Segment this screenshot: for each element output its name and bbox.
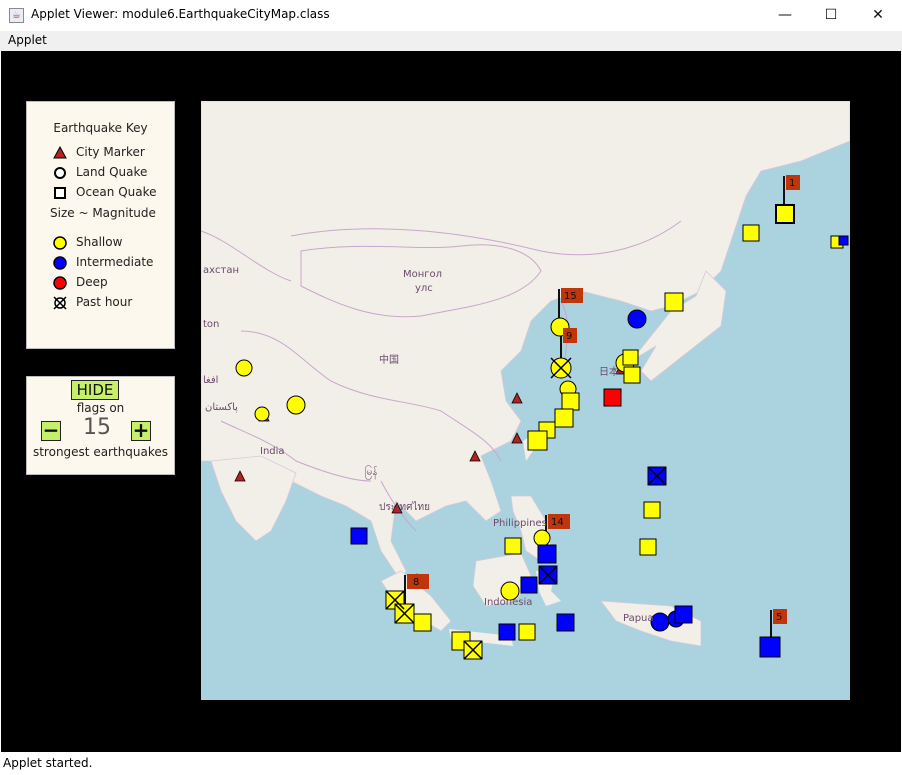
window-title: Applet Viewer: module6.EarthquakeCityMap… bbox=[31, 7, 330, 21]
decrease-flags-button[interactable]: − bbox=[41, 420, 61, 441]
flag-text: 15 bbox=[564, 291, 577, 302]
minimize-button[interactable]: — bbox=[762, 0, 808, 31]
label-papua: Papua bbox=[623, 613, 654, 624]
flag-text: 14 bbox=[551, 517, 564, 528]
shallow-ocean-quake bbox=[622, 349, 639, 366]
intermediate-ocean-quake bbox=[498, 623, 516, 641]
status-text: Applet started. bbox=[3, 756, 93, 770]
shallow-land-quake bbox=[254, 406, 270, 422]
intermediate-ocean-quake bbox=[520, 576, 538, 594]
shallow-ocean-quake bbox=[664, 292, 684, 312]
shallow-ocean-quake bbox=[554, 408, 574, 428]
flag-text: 5 bbox=[776, 612, 782, 623]
label-pakistan: پاکستان bbox=[205, 402, 238, 413]
intermediate-ocean-quake bbox=[838, 235, 849, 246]
key-shallow-label: Shallow bbox=[76, 235, 123, 249]
intermediate-land-quake bbox=[650, 612, 670, 632]
intermediate-ocean-quake bbox=[537, 544, 557, 564]
title-bar: ☕ Applet Viewer: module6.EarthquakeCityM… bbox=[0, 0, 902, 31]
shallow-ocean-quake bbox=[742, 224, 760, 242]
hide-flags-button[interactable]: HIDE bbox=[71, 380, 119, 400]
shallow-ocean-quake bbox=[639, 538, 657, 556]
shallow-land-quake bbox=[235, 359, 253, 377]
flag-control-panel: HIDE flags on − 15 + strongest earthquak… bbox=[26, 376, 175, 475]
label-afghanistan: ton bbox=[203, 319, 220, 330]
label-china: 中国 bbox=[379, 355, 399, 366]
shallow-ocean-quake bbox=[504, 537, 522, 555]
shallow-ocean-quake bbox=[775, 204, 795, 224]
shallow-land-quake bbox=[533, 529, 551, 547]
shallow-ocean-quake bbox=[561, 392, 580, 411]
earthquake-key: Earthquake Key City Marker Land Quake Oc… bbox=[26, 101, 175, 349]
deep-icon bbox=[53, 276, 67, 290]
size-magnitude-note: Size ~ Magnitude bbox=[50, 206, 156, 220]
intermediate-land-quake bbox=[627, 309, 647, 329]
label-indonesia: Indonesia bbox=[484, 597, 533, 608]
shallow-icon bbox=[53, 236, 67, 250]
label-iran: افغا bbox=[203, 375, 219, 386]
status-bar: Applet started. bbox=[0, 752, 902, 775]
key-intermediate-label: Intermediate bbox=[76, 255, 154, 269]
intermediate-ocean-quake bbox=[674, 605, 693, 624]
shallow-ocean-quake bbox=[413, 613, 432, 632]
land-quake-icon bbox=[54, 167, 66, 179]
maximize-button[interactable]: ☐ bbox=[808, 0, 854, 31]
shallow-ocean-quake bbox=[518, 623, 536, 641]
intermediate-ocean-quake bbox=[759, 636, 781, 658]
label-india: India bbox=[260, 446, 285, 457]
intermediate-ocean-quake bbox=[350, 527, 368, 545]
java-applet-icon: ☕ bbox=[9, 8, 24, 23]
key-land-label: Land Quake bbox=[76, 165, 148, 179]
earthquake-map[interactable]: 1 15 9 14 8 5 ахстан Монгол улс 中国 ton ا… bbox=[201, 101, 850, 700]
key-title: Earthquake Key bbox=[53, 121, 148, 135]
map-canvas: 1 15 9 14 8 5 bbox=[201, 101, 850, 660]
ocean-quake-icon bbox=[54, 187, 66, 199]
increase-flags-button[interactable]: + bbox=[131, 420, 151, 441]
city-marker bbox=[511, 392, 523, 404]
intermediate-ocean-quake bbox=[556, 613, 575, 632]
intermediate-icon bbox=[53, 256, 67, 270]
flag-count: 15 bbox=[83, 415, 111, 440]
menu-applet[interactable]: Applet bbox=[8, 33, 47, 47]
menu-bar: Applet bbox=[0, 31, 902, 51]
city-marker-icon bbox=[53, 146, 67, 159]
close-button[interactable]: ✕ bbox=[855, 0, 901, 31]
key-city-label: City Marker bbox=[76, 145, 145, 159]
shallow-ocean-quake bbox=[527, 430, 548, 451]
flag-text: 8 bbox=[413, 577, 419, 588]
flags-on-label: flags on bbox=[76, 401, 125, 415]
land-india bbox=[210, 455, 297, 542]
key-past-hour-label: Past hour bbox=[76, 295, 133, 309]
shallow-land-quake bbox=[286, 395, 306, 415]
label-philippines: Philippines bbox=[493, 518, 547, 529]
label-myanmar: မြန် bbox=[365, 467, 378, 478]
label-mongolia-2: улс bbox=[415, 283, 433, 294]
flag-text: 1 bbox=[789, 178, 795, 189]
label-mongolia-1: Монгол bbox=[403, 269, 443, 280]
past-hour-icon bbox=[53, 296, 67, 310]
shallow-ocean-quake bbox=[623, 366, 641, 384]
key-deep-label: Deep bbox=[76, 275, 108, 289]
label-thailand: ประเทศไทย bbox=[379, 502, 430, 513]
strongest-earthquakes-label: strongest earthquakes bbox=[32, 445, 169, 459]
shallow-ocean-quake bbox=[643, 501, 661, 519]
label-kazakhstan: ахстан bbox=[203, 265, 240, 276]
deep-ocean-quake bbox=[603, 388, 622, 407]
flag-text: 9 bbox=[566, 331, 572, 342]
label-japan: 日本 bbox=[599, 367, 619, 378]
key-ocean-label: Ocean Quake bbox=[76, 185, 157, 199]
